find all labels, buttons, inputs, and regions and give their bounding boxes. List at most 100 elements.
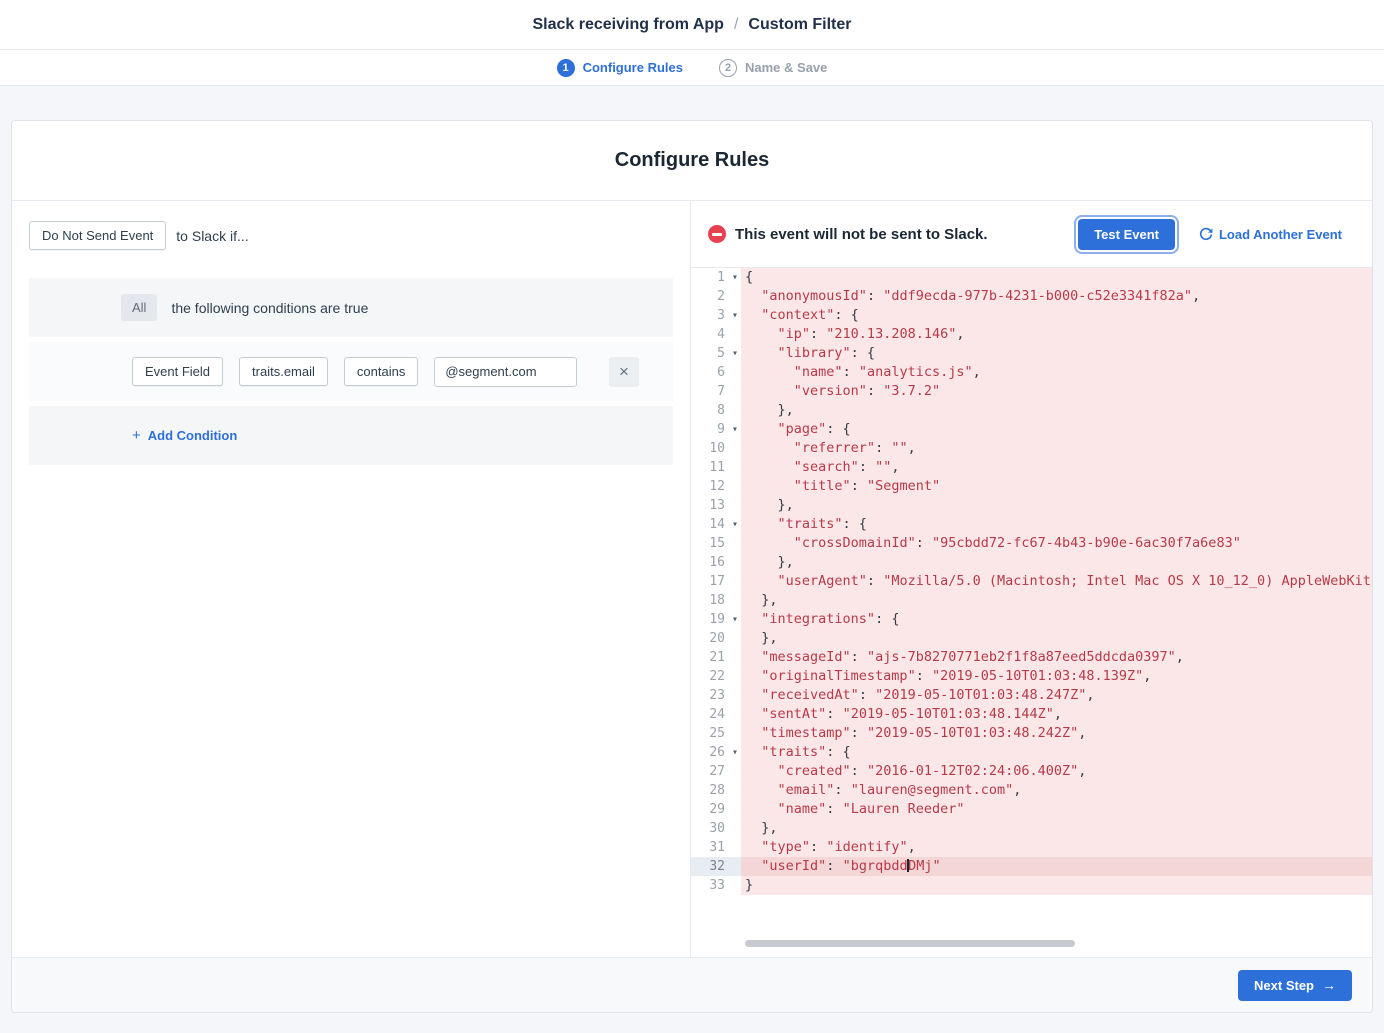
code-text[interactable]: },	[741, 591, 1372, 610]
code-text[interactable]: "email": "lauren@segment.com",	[741, 781, 1372, 800]
code-text[interactable]: "userAgent": "Mozilla/5.0 (Macintosh; In…	[741, 572, 1372, 591]
code-line[interactable]: 17 "userAgent": "Mozilla/5.0 (Macintosh;…	[691, 572, 1372, 591]
code-line[interactable]: 26▾ "traits": {	[691, 743, 1372, 762]
code-text[interactable]: "ip": "210.13.208.146",	[741, 325, 1372, 344]
code-line[interactable]: 14▾ "traits": {	[691, 515, 1372, 534]
fold-toggle-icon[interactable]: ▾	[732, 515, 738, 534]
condition-field-button[interactable]: traits.email	[239, 357, 328, 386]
code-line[interactable]: 16 },	[691, 553, 1372, 572]
code-text[interactable]: "page": {	[741, 420, 1372, 439]
page-body: Configure Rules Do Not Send Event to Sla…	[0, 120, 1384, 1013]
code-line[interactable]: 12 "title": "Segment"	[691, 477, 1372, 496]
fold-toggle-icon[interactable]: ▾	[732, 268, 738, 287]
code-line[interactable]: 13 },	[691, 496, 1372, 515]
next-step-button[interactable]: Next Step →	[1238, 970, 1352, 1001]
add-condition-button[interactable]: + Add Condition	[132, 427, 237, 444]
code-text[interactable]: "referrer": "",	[741, 439, 1372, 458]
action-selector-button[interactable]: Do Not Send Event	[29, 221, 166, 250]
code-text[interactable]: "search": "",	[741, 458, 1372, 477]
code-text[interactable]: "type": "identify",	[741, 838, 1372, 857]
fold-toggle-icon[interactable]: ▾	[732, 420, 738, 439]
breadcrumb: Slack receiving from App / Custom Filter	[532, 16, 851, 34]
horizontal-scrollbar-thumb[interactable]	[745, 940, 1075, 947]
code-line[interactable]: 32 "userId": "bgrqbddDMj"	[691, 857, 1372, 876]
code-line[interactable]: 15 "crossDomainId": "95cbdd72-fc67-4b43-…	[691, 534, 1372, 553]
load-another-event-link[interactable]: Load Another Event	[1199, 227, 1342, 242]
code-line[interactable]: 18 },	[691, 591, 1372, 610]
code-text[interactable]: "name": "Lauren Reeder"	[741, 800, 1372, 819]
code-text[interactable]: "title": "Segment"	[741, 477, 1372, 496]
condition-operator-button[interactable]: contains	[344, 357, 418, 386]
close-icon: ×	[619, 362, 629, 381]
line-number: 5▾	[691, 344, 741, 363]
code-line[interactable]: 6 "name": "analytics.js",	[691, 363, 1372, 382]
code-line[interactable]: 31 "type": "identify",	[691, 838, 1372, 857]
breadcrumb-parent-link[interactable]: Slack receiving from App	[532, 16, 723, 34]
code-line[interactable]: 8 },	[691, 401, 1372, 420]
code-line[interactable]: 27 "created": "2016-01-12T02:24:06.400Z"…	[691, 762, 1372, 781]
code-line[interactable]: 28 "email": "lauren@segment.com",	[691, 781, 1372, 800]
code-text[interactable]: "integrations": {	[741, 610, 1372, 629]
fold-toggle-icon[interactable]: ▾	[732, 610, 738, 629]
operator-chip[interactable]: All	[121, 294, 157, 321]
code-text[interactable]: "messageId": "ajs-7b8270771eb2f1f8a87eed…	[741, 648, 1372, 667]
code-text[interactable]: "name": "analytics.js",	[741, 363, 1372, 382]
code-line[interactable]: 10 "referrer": "",	[691, 439, 1372, 458]
code-text[interactable]: },	[741, 496, 1372, 515]
code-line[interactable]: 19▾ "integrations": {	[691, 610, 1372, 629]
code-text[interactable]: "version": "3.7.2"	[741, 382, 1372, 401]
code-text[interactable]: },	[741, 553, 1372, 572]
json-event-editor[interactable]: 1▾{2 "anonymousId": "ddf9ecda-977b-4231-…	[691, 268, 1372, 957]
code-line[interactable]: 11 "search": "",	[691, 458, 1372, 477]
code-line[interactable]: 5▾ "library": {	[691, 344, 1372, 363]
code-text[interactable]: "traits": {	[741, 515, 1372, 534]
code-text[interactable]: "timestamp": "2019-05-10T01:03:48.242Z",	[741, 724, 1372, 743]
code-line[interactable]: 20 },	[691, 629, 1372, 648]
code-line[interactable]: 3▾ "context": {	[691, 306, 1372, 325]
fold-toggle-icon[interactable]: ▾	[732, 306, 738, 325]
code-text[interactable]: "created": "2016-01-12T02:24:06.400Z",	[741, 762, 1372, 781]
step-name-save[interactable]: 2 Name & Save	[719, 59, 827, 77]
remove-condition-button[interactable]: ×	[609, 357, 639, 387]
code-text[interactable]: }	[741, 876, 1372, 895]
code-text[interactable]: "crossDomainId": "95cbdd72-fc67-4b43-b90…	[741, 534, 1372, 553]
code-line[interactable]: 1▾{	[691, 268, 1372, 287]
code-text[interactable]: },	[741, 629, 1372, 648]
code-text[interactable]: "library": {	[741, 344, 1372, 363]
code-line[interactable]: 7 "version": "3.7.2"	[691, 382, 1372, 401]
code-line[interactable]: 21 "messageId": "ajs-7b8270771eb2f1f8a87…	[691, 648, 1372, 667]
code-text[interactable]: "traits": {	[741, 743, 1372, 762]
line-number: 18	[691, 591, 741, 610]
code-text[interactable]: "originalTimestamp": "2019-05-10T01:03:4…	[741, 667, 1372, 686]
code-line[interactable]: 4 "ip": "210.13.208.146",	[691, 325, 1372, 344]
code-line[interactable]: 30 },	[691, 819, 1372, 838]
code-text[interactable]: },	[741, 819, 1372, 838]
code-text[interactable]: "sentAt": "2019-05-10T01:03:48.144Z",	[741, 705, 1372, 724]
step-configure-rules[interactable]: 1 Configure Rules	[557, 59, 683, 77]
code-line[interactable]: 29 "name": "Lauren Reeder"	[691, 800, 1372, 819]
test-event-button[interactable]: Test Event	[1078, 219, 1175, 250]
code-text[interactable]: "context": {	[741, 306, 1372, 325]
code-line[interactable]: 2 "anonymousId": "ddf9ecda-977b-4231-b00…	[691, 287, 1372, 306]
code-line[interactable]: 25 "timestamp": "2019-05-10T01:03:48.242…	[691, 724, 1372, 743]
code-line[interactable]: 33}	[691, 876, 1372, 895]
code-lines: 1▾{2 "anonymousId": "ddf9ecda-977b-4231-…	[691, 268, 1372, 895]
topbar: Slack receiving from App / Custom Filter	[0, 0, 1384, 50]
code-line[interactable]: 24 "sentAt": "2019-05-10T01:03:48.144Z",	[691, 705, 1372, 724]
condition-value-input[interactable]	[434, 357, 577, 387]
code-text[interactable]: "receivedAt": "2019-05-10T01:03:48.247Z"…	[741, 686, 1372, 705]
fold-toggle-icon[interactable]: ▾	[732, 743, 738, 762]
preview-header: This event will not be sent to Slack. Te…	[691, 201, 1372, 268]
code-line[interactable]: 23 "receivedAt": "2019-05-10T01:03:48.24…	[691, 686, 1372, 705]
condition-type-button[interactable]: Event Field	[132, 357, 223, 386]
fold-toggle-icon[interactable]: ▾	[732, 344, 738, 363]
code-text[interactable]: },	[741, 401, 1372, 420]
line-number: 29	[691, 800, 741, 819]
code-text[interactable]: "anonymousId": "ddf9ecda-977b-4231-b000-…	[741, 287, 1372, 306]
code-line[interactable]: 22 "originalTimestamp": "2019-05-10T01:0…	[691, 667, 1372, 686]
line-number: 4	[691, 325, 741, 344]
code-text[interactable]: "userId": "bgrqbddDMj"	[741, 857, 1372, 876]
line-number: 25	[691, 724, 741, 743]
code-text[interactable]: {	[741, 268, 1372, 287]
code-line[interactable]: 9▾ "page": {	[691, 420, 1372, 439]
